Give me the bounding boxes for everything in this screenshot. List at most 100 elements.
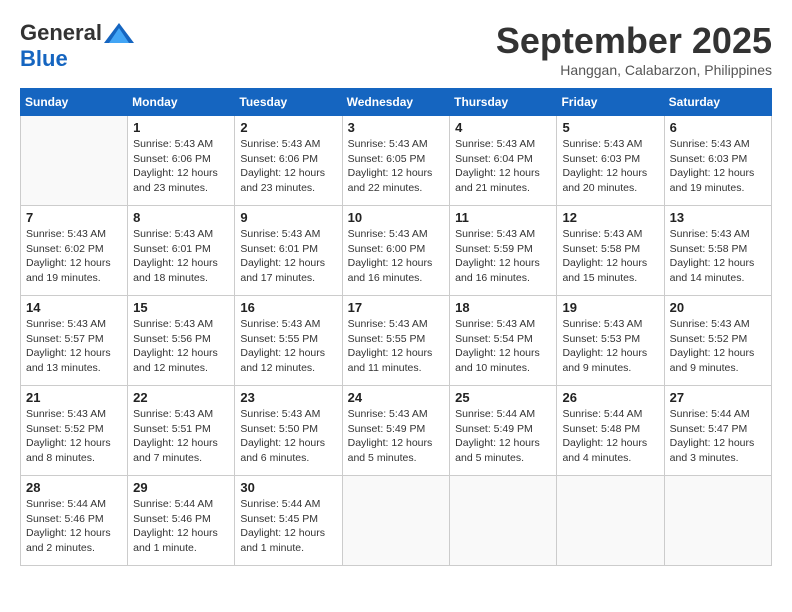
calendar-cell: 9 Sunrise: 5:43 AM Sunset: 6:01 PM Daylig… [235,206,342,296]
day-info: Sunrise: 5:43 AM Sunset: 6:05 PM Dayligh… [348,137,445,196]
day-info: Sunrise: 5:43 AM Sunset: 6:04 PM Dayligh… [455,137,551,196]
day-info: Sunrise: 5:44 AM Sunset: 5:47 PM Dayligh… [670,407,766,466]
day-info: Sunrise: 5:43 AM Sunset: 5:58 PM Dayligh… [670,227,766,286]
calendar-cell: 17 Sunrise: 5:43 AM Sunset: 5:55 PM Dayli… [342,296,450,386]
calendar-cell: 25 Sunrise: 5:44 AM Sunset: 5:49 PM Dayli… [450,386,557,476]
title-section: September 2025 Hanggan, Calabarzon, Phil… [496,20,772,78]
day-info: Sunrise: 5:43 AM Sunset: 6:06 PM Dayligh… [133,137,229,196]
calendar-cell: 29Sunrise: 5:44 AM Sunset: 5:46 PM Dayli… [128,476,235,566]
day-info: Sunrise: 5:43 AM Sunset: 6:01 PM Dayligh… [240,227,336,286]
day-info: Sunrise: 5:43 AM Sunset: 6:00 PM Dayligh… [348,227,445,286]
day-info: Sunrise: 5:43 AM Sunset: 5:52 PM Dayligh… [670,317,766,376]
calendar-cell: 14 Sunrise: 5:43 AM Sunset: 5:57 PM Dayli… [21,296,128,386]
day-number: 18 [455,300,551,315]
day-number: 21 [26,390,122,405]
calendar-cell: 7Sunrise: 5:43 AM Sunset: 6:02 PM Daylig… [21,206,128,296]
day-info: Sunrise: 5:43 AM Sunset: 5:56 PM Dayligh… [133,317,229,376]
day-number: 22 [133,390,229,405]
calendar-cell: 19Sunrise: 5:43 AM Sunset: 5:53 PM Dayli… [557,296,664,386]
calendar-cell: 5Sunrise: 5:43 AM Sunset: 6:03 PM Daylig… [557,116,664,206]
day-number: 9 [240,210,336,225]
day-number: 7 [26,210,122,225]
column-header-wednesday: Wednesday [342,89,450,116]
day-number: 19 [562,300,658,315]
calendar-cell: 23Sunrise: 5:43 AM Sunset: 5:50 PM Dayli… [235,386,342,476]
day-number: 14 [26,300,122,315]
day-info: Sunrise: 5:44 AM Sunset: 5:45 PM Dayligh… [240,497,336,556]
day-info: Sunrise: 5:43 AM Sunset: 5:57 PM Dayligh… [26,317,122,376]
calendar-cell [450,476,557,566]
day-number: 28 [26,480,122,495]
week-row-4: 21Sunrise: 5:43 AM Sunset: 5:52 PM Dayli… [21,386,772,476]
calendar-cell: 15 Sunrise: 5:43 AM Sunset: 5:56 PM Dayli… [128,296,235,386]
location-subtitle: Hanggan, Calabarzon, Philippines [496,62,772,78]
calendar-cell [664,476,771,566]
day-number: 23 [240,390,336,405]
calendar-cell: 16Sunrise: 5:43 AM Sunset: 5:55 PM Dayli… [235,296,342,386]
calendar-cell: 11 Sunrise: 5:43 AM Sunset: 5:59 PM Dayli… [450,206,557,296]
week-row-5: 28 Sunrise: 5:44 AM Sunset: 5:46 PM Dayli… [21,476,772,566]
day-number: 20 [670,300,766,315]
day-info: Sunrise: 5:43 AM Sunset: 6:03 PM Dayligh… [670,137,766,196]
day-number: 8 [133,210,229,225]
calendar-cell: 18 Sunrise: 5:43 AM Sunset: 5:54 PM Dayli… [450,296,557,386]
day-number: 4 [455,120,551,135]
day-info: Sunrise: 5:43 AM Sunset: 6:06 PM Dayligh… [240,137,336,196]
page-header: General Blue September 2025 Hanggan, Cal… [20,20,772,78]
day-info: Sunrise: 5:44 AM Sunset: 5:48 PM Dayligh… [562,407,658,466]
calendar-cell: 13 Sunrise: 5:43 AM Sunset: 5:58 PM Dayli… [664,206,771,296]
calendar-cell: 21Sunrise: 5:43 AM Sunset: 5:52 PM Dayli… [21,386,128,476]
calendar-table: SundayMondayTuesdayWednesdayThursdayFrid… [20,88,772,566]
week-row-1: 1 Sunrise: 5:43 AM Sunset: 6:06 PM Daylig… [21,116,772,206]
logo-icon [104,23,134,43]
calendar-cell: 4 Sunrise: 5:43 AM Sunset: 6:04 PM Daylig… [450,116,557,206]
day-number: 12 [562,210,658,225]
day-info: Sunrise: 5:43 AM Sunset: 5:55 PM Dayligh… [348,317,445,376]
calendar-cell [21,116,128,206]
calendar-cell: 28 Sunrise: 5:44 AM Sunset: 5:46 PM Dayli… [21,476,128,566]
logo: General Blue [20,20,134,72]
day-info: Sunrise: 5:43 AM Sunset: 6:01 PM Dayligh… [133,227,229,286]
calendar-cell: 1 Sunrise: 5:43 AM Sunset: 6:06 PM Daylig… [128,116,235,206]
day-number: 30 [240,480,336,495]
day-number: 29 [133,480,229,495]
calendar-cell: 3 Sunrise: 5:43 AM Sunset: 6:05 PM Daylig… [342,116,450,206]
day-number: 26 [562,390,658,405]
column-header-monday: Monday [128,89,235,116]
day-info: Sunrise: 5:44 AM Sunset: 5:49 PM Dayligh… [455,407,551,466]
calendar-cell: 27 Sunrise: 5:44 AM Sunset: 5:47 PM Dayli… [664,386,771,476]
day-number: 13 [670,210,766,225]
week-row-2: 7Sunrise: 5:43 AM Sunset: 6:02 PM Daylig… [21,206,772,296]
calendar-cell [342,476,450,566]
column-header-tuesday: Tuesday [235,89,342,116]
day-number: 17 [348,300,445,315]
day-number: 25 [455,390,551,405]
day-info: Sunrise: 5:44 AM Sunset: 5:46 PM Dayligh… [26,497,122,556]
day-number: 11 [455,210,551,225]
column-header-saturday: Saturday [664,89,771,116]
day-number: 10 [348,210,445,225]
day-number: 24 [348,390,445,405]
day-number: 5 [562,120,658,135]
column-header-friday: Friday [557,89,664,116]
day-info: Sunrise: 5:43 AM Sunset: 5:58 PM Dayligh… [562,227,658,286]
logo-general-text: General [20,20,102,46]
calendar-cell: 2 Sunrise: 5:43 AM Sunset: 6:06 PM Daylig… [235,116,342,206]
calendar-cell [557,476,664,566]
calendar-cell: 12 Sunrise: 5:43 AM Sunset: 5:58 PM Dayli… [557,206,664,296]
calendar-cell: 20 Sunrise: 5:43 AM Sunset: 5:52 PM Dayli… [664,296,771,386]
day-info: Sunrise: 5:43 AM Sunset: 5:49 PM Dayligh… [348,407,445,466]
day-info: Sunrise: 5:43 AM Sunset: 5:54 PM Dayligh… [455,317,551,376]
day-number: 15 [133,300,229,315]
calendar-cell: 8 Sunrise: 5:43 AM Sunset: 6:01 PM Daylig… [128,206,235,296]
calendar-cell: 22Sunrise: 5:43 AM Sunset: 5:51 PM Dayli… [128,386,235,476]
logo-blue-text: Blue [20,46,68,72]
day-info: Sunrise: 5:43 AM Sunset: 5:59 PM Dayligh… [455,227,551,286]
day-number: 1 [133,120,229,135]
week-row-3: 14 Sunrise: 5:43 AM Sunset: 5:57 PM Dayli… [21,296,772,386]
day-info: Sunrise: 5:43 AM Sunset: 5:55 PM Dayligh… [240,317,336,376]
column-header-sunday: Sunday [21,89,128,116]
day-number: 2 [240,120,336,135]
day-number: 27 [670,390,766,405]
day-number: 3 [348,120,445,135]
